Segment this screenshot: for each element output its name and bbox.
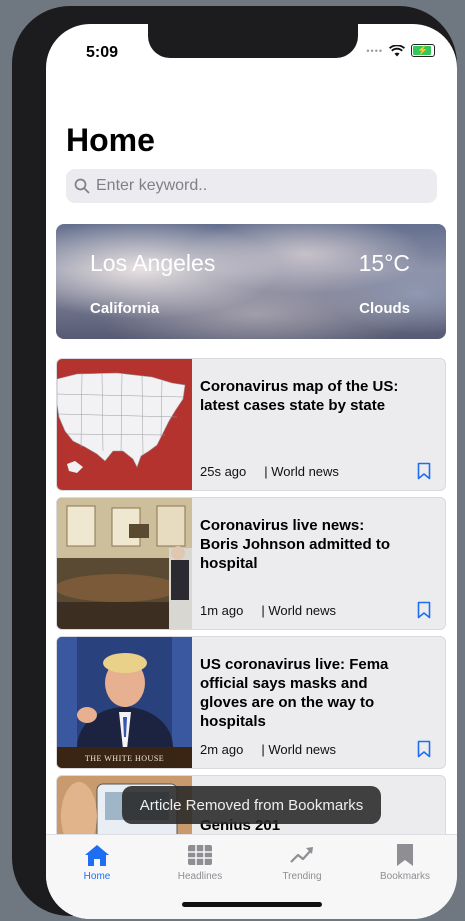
search-bar[interactable] bbox=[66, 169, 437, 203]
home-icon bbox=[85, 845, 109, 866]
article-time: 2m ago bbox=[200, 742, 244, 757]
tab-headlines[interactable]: Headlines bbox=[160, 843, 240, 882]
article-card[interactable]: THE WHITE HOUSE US coronavirus live: Fem… bbox=[56, 636, 446, 769]
article-meta: 1m ago | World news bbox=[200, 603, 336, 618]
trending-icon bbox=[290, 847, 313, 863]
article-title: US coronavirus live: Fema official says … bbox=[200, 656, 389, 730]
app-screen: 5:09 •••• ⚡ Home Los Angeles 15°C bbox=[46, 24, 457, 919]
tab-trending[interactable]: Trending bbox=[262, 843, 342, 882]
article-time: 25s ago bbox=[200, 464, 247, 479]
article-card[interactable]: Coronavirus map of the US: latest cases … bbox=[56, 358, 446, 491]
article-card[interactable]: Coronavirus live news: Boris Johnson adm… bbox=[56, 497, 446, 630]
device-notch bbox=[148, 24, 358, 58]
article-category: | World news bbox=[264, 464, 339, 479]
image-caption: THE WHITE HOUSE bbox=[84, 754, 165, 763]
article-time: 1m ago bbox=[200, 603, 244, 618]
home-indicator bbox=[182, 902, 322, 907]
article-thumbnail-us-map bbox=[57, 359, 192, 490]
search-icon bbox=[74, 178, 90, 194]
weather-state: California bbox=[90, 300, 160, 317]
signal-icon: •••• bbox=[366, 45, 383, 56]
wifi-icon bbox=[389, 44, 405, 56]
tab-label: Home bbox=[83, 871, 111, 882]
battery-icon: ⚡ bbox=[411, 44, 435, 57]
device-frame: 5:09 •••• ⚡ Home Los Angeles 15°C bbox=[12, 6, 457, 919]
tab-label: Trending bbox=[282, 871, 322, 882]
grid-icon bbox=[188, 845, 212, 865]
article-title: Coronavirus map of the US: latest cases … bbox=[200, 378, 399, 414]
tab-label: Headlines bbox=[177, 871, 223, 882]
toast-message: Article Removed from Bookmarks bbox=[122, 786, 381, 824]
weather-temperature: 15°C bbox=[358, 250, 410, 276]
search-input[interactable] bbox=[94, 176, 398, 196]
bookmark-icon[interactable] bbox=[417, 462, 431, 480]
weather-city: Los Angeles bbox=[90, 250, 216, 276]
article-category: | World news bbox=[261, 603, 337, 618]
bookmark-icon[interactable] bbox=[417, 601, 431, 619]
article-thumbnail-meeting-room bbox=[57, 498, 192, 629]
status-icons: •••• ⚡ bbox=[366, 44, 435, 57]
article-meta: 2m ago | World news bbox=[200, 742, 336, 757]
article-meta: 25s ago | World news bbox=[200, 464, 339, 479]
article-title: Coronavirus live news: Boris Johnson adm… bbox=[200, 517, 391, 572]
tab-bookmarks[interactable]: Bookmarks bbox=[365, 843, 445, 882]
tab-home[interactable]: Home bbox=[57, 843, 137, 882]
tab-label: Bookmarks bbox=[379, 871, 430, 882]
page-title: Home bbox=[66, 122, 155, 158]
status-time: 5:09 bbox=[86, 44, 119, 61]
weather-card[interactable]: Los Angeles 15°C California Clouds bbox=[56, 224, 446, 339]
article-thumbnail-white-house-briefing: THE WHITE HOUSE bbox=[57, 637, 192, 768]
bookmark-icon bbox=[397, 844, 413, 866]
article-category: | World news bbox=[261, 742, 337, 757]
bookmark-icon[interactable] bbox=[417, 740, 431, 758]
weather-condition: Clouds bbox=[359, 300, 410, 317]
